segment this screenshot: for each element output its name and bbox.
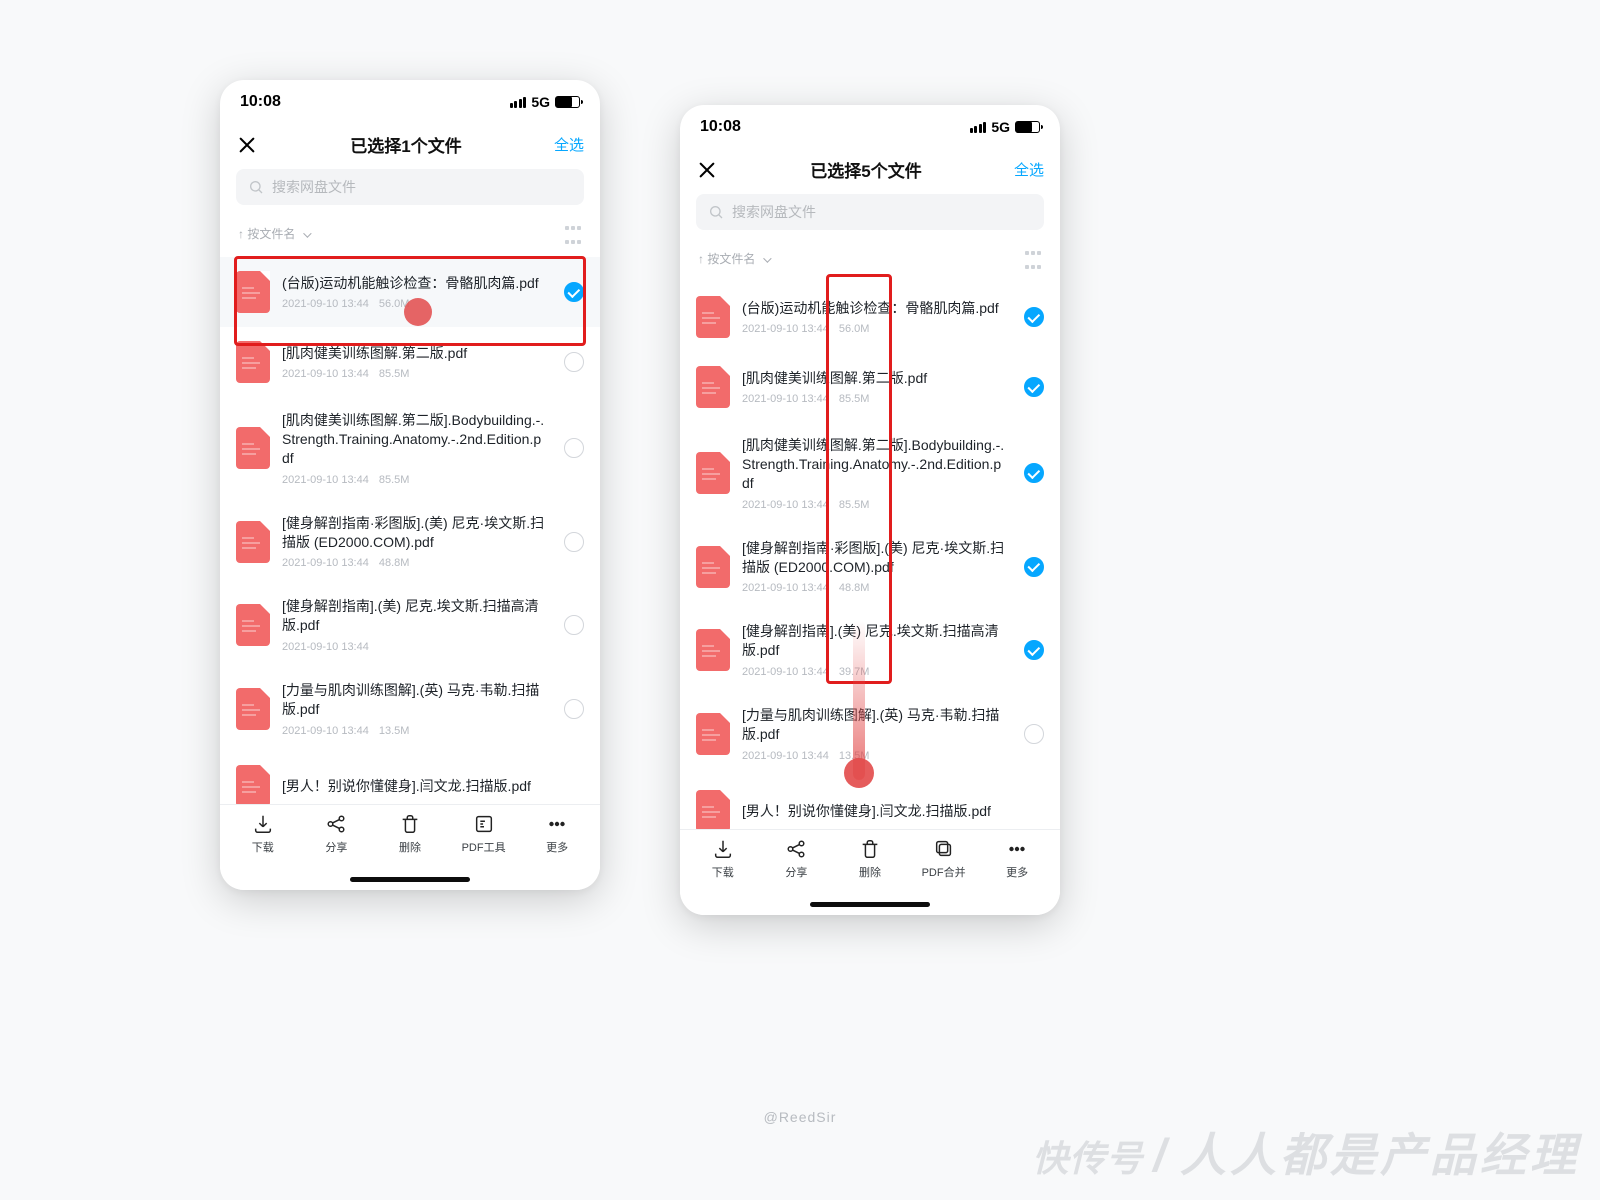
file-row[interactable]: [健身解剖指南].(美) 尼克.埃文斯.扫描高清版.pdf 2021-09-10…: [680, 608, 1060, 692]
signal-icon: [510, 97, 527, 108]
watermark: 快传号 / 人人都是产品经理: [1032, 1119, 1580, 1185]
file-checkbox[interactable]: [564, 352, 584, 372]
select-all-button[interactable]: 全选: [1014, 159, 1044, 180]
file-name: [健身解剖指南·彩图版].(美) 尼克·埃文斯.扫描版 (ED2000.COM)…: [282, 514, 546, 552]
nav-header: 已选择1个文件 全选: [220, 124, 600, 169]
pdf-icon: [236, 341, 270, 383]
chevron-down-icon: [763, 254, 771, 262]
home-indicator: [810, 902, 930, 907]
file-name: (台版)运动机能触诊检查：骨骼肌肉篇.pdf: [742, 299, 1006, 318]
select-all-button[interactable]: 全选: [554, 134, 584, 155]
file-checkbox[interactable]: [1024, 724, 1044, 744]
battery-icon: [1015, 121, 1040, 133]
signal-icon: [970, 122, 987, 133]
file-row[interactable]: [肌肉健美训练图解.第二版].Bodybuilding.-.Strength.T…: [680, 422, 1060, 525]
file-name: [肌肉健美训练图解.第二版.pdf: [282, 344, 546, 363]
file-checkbox[interactable]: [564, 532, 584, 552]
search-icon: [708, 204, 724, 220]
pdf-icon: [696, 790, 730, 832]
status-bar: 10:08 5G: [220, 80, 600, 124]
file-checkbox[interactable]: [564, 699, 584, 719]
file-checkbox[interactable]: [1024, 640, 1044, 660]
pdf-icon: [696, 296, 730, 338]
author-handle: @ReedSir: [764, 1109, 837, 1125]
file-checkbox[interactable]: [564, 438, 584, 458]
file-name: [力量与肌肉训练图解].(英) 马克·韦勒.扫描版.pdf: [742, 706, 1006, 744]
sort-row: ↑ 按文件名: [220, 215, 600, 257]
phone-right: 10:08 5G 已选择5个文件 全选 搜索网盘文件 ↑ 按文件名: [680, 105, 1060, 915]
battery-icon: [555, 96, 580, 108]
pdf-icon: [236, 521, 270, 563]
phone-left: 10:08 5G 已选择1个文件 全选 搜索网盘文件 ↑ 按文件名: [220, 80, 600, 890]
file-row[interactable]: [肌肉健美训练图解.第二版.pdf 2021-09-10 13:4485.5M: [680, 352, 1060, 422]
file-row[interactable]: [肌肉健美训练图解.第二版].Bodybuilding.-.Strength.T…: [220, 397, 600, 500]
file-name: [男人！别说你懂健身].闫文龙.扫描版.pdf: [742, 802, 1038, 821]
status-time: 10:08: [700, 118, 741, 136]
file-checkbox[interactable]: [1024, 463, 1044, 483]
file-checkbox[interactable]: [564, 615, 584, 635]
file-checkbox[interactable]: [1024, 377, 1044, 397]
file-name: [健身解剖指南].(美) 尼克.埃文斯.扫描高清版.pdf: [742, 622, 1006, 660]
file-name: [力量与肌肉训练图解].(英) 马克·韦勒.扫描版.pdf: [282, 681, 546, 719]
close-icon[interactable]: [236, 134, 258, 156]
sort-row: ↑ 按文件名: [680, 240, 1060, 282]
search-placeholder: 搜索网盘文件: [732, 202, 816, 222]
download-button[interactable]: 下载: [233, 813, 293, 890]
pdf-icon: [236, 765, 270, 807]
file-row[interactable]: [力量与肌肉训练图解].(英) 马克·韦勒.扫描版.pdf 2021-09-10…: [680, 692, 1060, 776]
file-name: [健身解剖指南·彩图版].(美) 尼克·埃文斯.扫描版 (ED2000.COM)…: [742, 539, 1006, 577]
pdf-icon: [236, 427, 270, 469]
network-label: 5G: [991, 119, 1010, 135]
file-checkbox[interactable]: [564, 282, 584, 302]
view-grid-icon[interactable]: [564, 219, 582, 247]
chevron-down-icon: [303, 229, 311, 237]
sort-button[interactable]: ↑ 按文件名: [238, 225, 309, 242]
pdf-icon: [236, 604, 270, 646]
file-name: [男人！别说你懂健身].闫文龙.扫描版.pdf: [282, 777, 578, 796]
more-button[interactable]: 更多: [987, 838, 1047, 915]
file-list: (台版)运动机能触诊检查：骨骼肌肉篇.pdf 2021-09-10 13:445…: [680, 282, 1060, 846]
page-title: 已选择5个文件: [810, 157, 921, 182]
page-title: 已选择1个文件: [350, 132, 461, 157]
download-button[interactable]: 下载: [693, 838, 753, 915]
pdf-icon: [236, 688, 270, 730]
file-list: (台版)运动机能触诊检查：骨骼肌肉篇.pdf 2021-09-10 13:445…: [220, 257, 600, 821]
pdf-icon: [696, 452, 730, 494]
file-checkbox[interactable]: [1024, 307, 1044, 327]
file-checkbox[interactable]: [1024, 557, 1044, 577]
nav-header: 已选择5个文件 全选: [680, 149, 1060, 194]
status-time: 10:08: [240, 93, 281, 111]
close-icon[interactable]: [696, 159, 718, 181]
file-row[interactable]: [肌肉健美训练图解.第二版.pdf 2021-09-10 13:4485.5M: [220, 327, 600, 397]
file-name: (台版)运动机能触诊检查：骨骼肌肉篇.pdf: [282, 274, 546, 293]
search-input[interactable]: 搜索网盘文件: [236, 169, 584, 205]
search-placeholder: 搜索网盘文件: [272, 177, 356, 197]
pdf-icon: [696, 366, 730, 408]
file-name: [健身解剖指南].(美) 尼克.埃文斯.扫描高清版.pdf: [282, 597, 546, 635]
view-grid-icon[interactable]: [1024, 244, 1042, 272]
file-row[interactable]: [力量与肌肉训练图解].(英) 马克·韦勒.扫描版.pdf 2021-09-10…: [220, 667, 600, 751]
file-name: [肌肉健美训练图解.第二版].Bodybuilding.-.Strength.T…: [282, 411, 546, 468]
pdf-icon: [696, 629, 730, 671]
home-indicator: [350, 877, 470, 882]
file-row[interactable]: [健身解剖指南].(美) 尼克.埃文斯.扫描高清版.pdf 2021-09-10…: [220, 583, 600, 667]
file-row[interactable]: [健身解剖指南·彩图版].(美) 尼克·埃文斯.扫描版 (ED2000.COM)…: [680, 525, 1060, 609]
file-row[interactable]: [健身解剖指南·彩图版].(美) 尼克·埃文斯.扫描版 (ED2000.COM)…: [220, 500, 600, 584]
status-bar: 10:08 5G: [680, 105, 1060, 149]
search-input[interactable]: 搜索网盘文件: [696, 194, 1044, 230]
pdf-icon: [696, 546, 730, 588]
file-row[interactable]: (台版)运动机能触诊检查：骨骼肌肉篇.pdf 2021-09-10 13:445…: [680, 282, 1060, 352]
sort-button[interactable]: ↑ 按文件名: [698, 250, 769, 267]
file-row[interactable]: (台版)运动机能触诊检查：骨骼肌肉篇.pdf 2021-09-10 13:445…: [220, 257, 600, 327]
pdf-icon: [696, 713, 730, 755]
more-button[interactable]: 更多: [527, 813, 587, 890]
network-label: 5G: [531, 94, 550, 110]
file-name: [肌肉健美训练图解.第二版.pdf: [742, 369, 1006, 388]
file-name: [肌肉健美训练图解.第二版].Bodybuilding.-.Strength.T…: [742, 436, 1006, 493]
pdf-icon: [236, 271, 270, 313]
search-icon: [248, 179, 264, 195]
